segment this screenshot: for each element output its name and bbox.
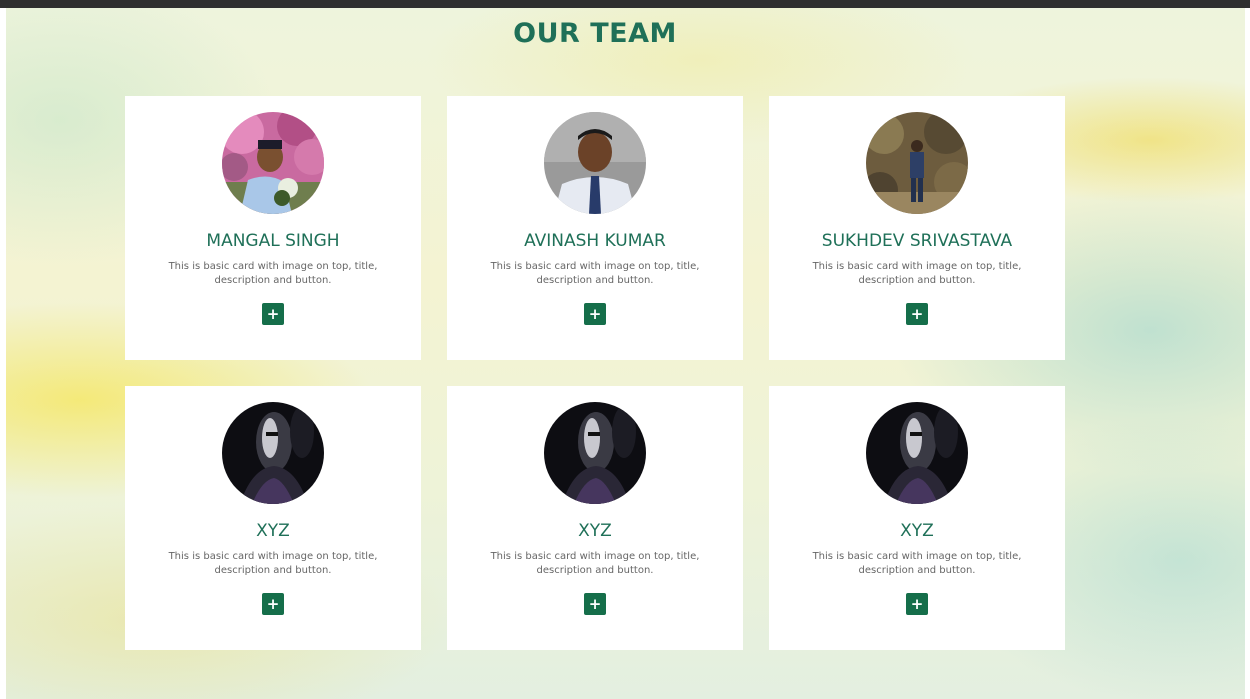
member-name: MANGAL SINGH [206,231,340,251]
member-name: SUKHDEV SRIVASTAVA [821,231,1013,251]
plus-icon: + [588,594,602,613]
member-name: XYZ [900,521,934,541]
plus-icon: + [266,304,280,323]
member-description: This is basic card with image on top, ti… [168,551,378,576]
team-card: XYZ This is basic card with image on top… [447,386,743,650]
add-button[interactable]: + [584,593,606,615]
member-name: AVINASH KUMAR [524,231,666,251]
team-card: AVINASH KUMAR This is basic card with im… [447,96,743,360]
avatar [222,112,324,214]
photo-man-outdoors [866,112,968,214]
avatar [222,402,324,504]
right-edge [1245,8,1250,699]
add-button[interactable]: + [262,303,284,325]
team-card: SUKHDEV SRIVASTAVA This is basic card wi… [769,96,1065,360]
member-description: This is basic card with image on top, ti… [812,551,1022,576]
team-card: XYZ This is basic card with image on top… [125,386,421,650]
page-title: OUR TEAM [513,18,677,49]
photo-man-shirt-tie [544,112,646,214]
avatar [866,402,968,504]
plus-icon: + [910,594,924,613]
photo-dark-placeholder [222,402,324,504]
top-bar [0,0,1250,8]
photo-man-flowers [222,112,324,214]
member-description: This is basic card with image on top, ti… [168,261,378,286]
avatar [866,112,968,214]
add-button[interactable]: + [906,593,928,615]
team-card: MANGAL SINGH This is basic card with ima… [125,96,421,360]
team-card: XYZ This is basic card with image on top… [769,386,1065,650]
plus-icon: + [910,304,924,323]
plus-icon: + [588,304,602,323]
member-description: This is basic card with image on top, ti… [812,261,1022,286]
plus-icon: + [266,594,280,613]
avatar [544,402,646,504]
left-edge [0,8,6,699]
member-description: This is basic card with image on top, ti… [490,261,700,286]
photo-dark-placeholder [866,402,968,504]
add-button[interactable]: + [584,303,606,325]
member-description: This is basic card with image on top, ti… [490,551,700,576]
add-button[interactable]: + [906,303,928,325]
member-name: XYZ [578,521,612,541]
add-button[interactable]: + [262,593,284,615]
member-name: XYZ [256,521,290,541]
photo-dark-placeholder [544,402,646,504]
team-grid: MANGAL SINGH This is basic card with ima… [125,96,1065,650]
avatar [544,112,646,214]
